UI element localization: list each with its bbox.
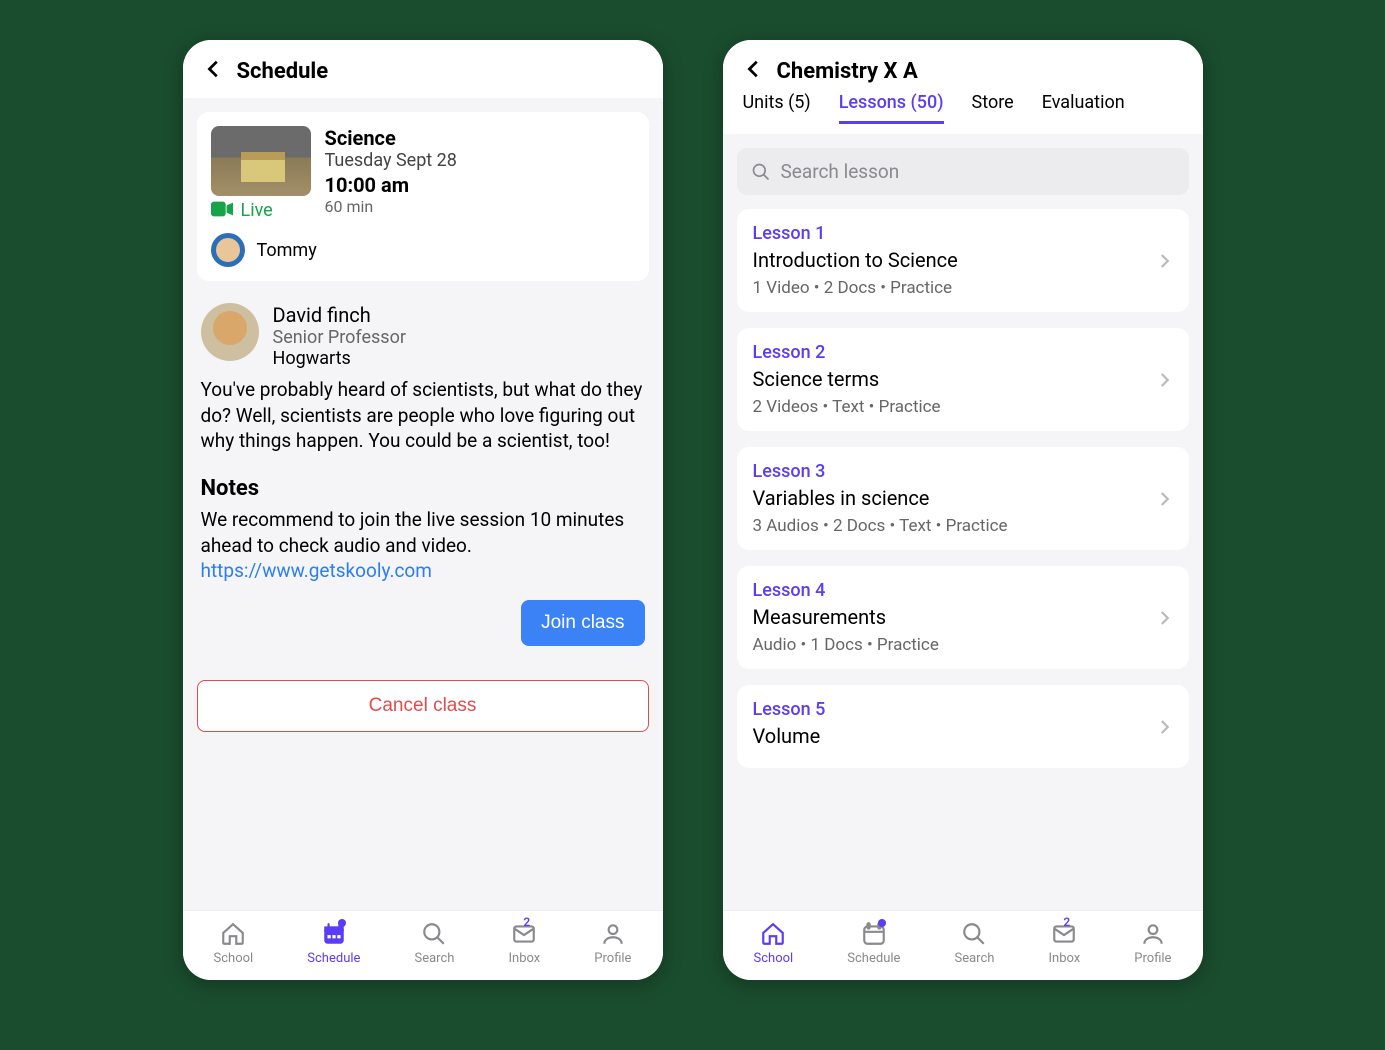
class-thumbnail xyxy=(211,126,311,196)
class-description: You've probably heard of scientists, but… xyxy=(197,369,649,454)
chevron-right-icon xyxy=(1155,609,1173,627)
professor-avatar xyxy=(201,303,259,361)
lesson-name: Measurements xyxy=(753,605,939,629)
schedule-content: Live Science Tuesday Sept 28 10:00 am 60… xyxy=(183,98,663,910)
nav-label: Search xyxy=(954,951,994,966)
nav-inbox[interactable]: 2 Inbox xyxy=(508,921,540,966)
back-icon[interactable] xyxy=(743,58,765,84)
professor-name: David finch xyxy=(273,303,406,327)
header: Schedule xyxy=(183,40,663,98)
nav-label: School xyxy=(214,951,254,966)
notes-link[interactable]: https://www.getskooly.com xyxy=(201,559,432,582)
lesson-item[interactable]: Lesson 4 Measurements Audio • 1 Docs • P… xyxy=(737,566,1189,669)
bottom-nav: School Schedule Search 2 Inbox Profile xyxy=(183,910,663,980)
professor-block: David finch Senior Professor Hogwarts xyxy=(197,297,649,369)
lesson-item[interactable]: Lesson 2 Science terms 2 Videos • Text •… xyxy=(737,328,1189,431)
tabs: Units (5) Lessons (50) Store Evaluation xyxy=(723,92,1203,134)
tab-lessons[interactable]: Lessons (50) xyxy=(839,92,944,124)
phone-schedule: Schedule Live Science Tuesday Sept 28 xyxy=(183,40,663,980)
lesson-meta: 1 Video • 2 Docs • Practice xyxy=(753,278,958,298)
class-subject: Science xyxy=(325,126,457,150)
lesson-meta: 2 Videos • Text • Practice xyxy=(753,397,941,417)
nav-label: Inbox xyxy=(508,951,540,966)
lesson-label: Lesson 1 xyxy=(753,223,958,244)
nav-schedule[interactable]: Schedule xyxy=(847,921,900,966)
tab-evaluation[interactable]: Evaluation xyxy=(1042,92,1125,124)
search-icon xyxy=(751,162,771,182)
nav-label: Search xyxy=(414,951,454,966)
bottom-nav: School Schedule Search 2 Inbox Profile xyxy=(723,910,1203,980)
nav-school[interactable]: School xyxy=(754,921,794,966)
chevron-right-icon xyxy=(1155,371,1173,389)
page-title: Chemistry X A xyxy=(777,59,918,84)
cancel-class-button[interactable]: Cancel class xyxy=(197,680,649,732)
nav-label: School xyxy=(754,951,794,966)
class-date: Tuesday Sept 28 xyxy=(325,150,457,171)
nav-search[interactable]: Search xyxy=(414,921,454,966)
chevron-right-icon xyxy=(1155,490,1173,508)
back-icon[interactable] xyxy=(203,58,225,84)
video-icon xyxy=(211,201,233,221)
nav-label: Schedule xyxy=(307,951,360,966)
live-label: Live xyxy=(241,200,273,221)
class-time: 10:00 am xyxy=(325,173,457,197)
search-placeholder: Search lesson xyxy=(781,160,900,183)
nav-search[interactable]: Search xyxy=(954,921,994,966)
nav-label: Inbox xyxy=(1048,951,1080,966)
tab-store[interactable]: Store xyxy=(972,92,1014,124)
notes-body: We recommend to join the live session 10… xyxy=(197,507,649,584)
nav-profile[interactable]: Profile xyxy=(594,921,631,966)
student-avatar xyxy=(211,233,245,267)
nav-label: Profile xyxy=(1134,951,1171,966)
inbox-badge: 2 xyxy=(523,915,530,929)
join-class-button[interactable]: Join class xyxy=(521,600,644,646)
lesson-label: Lesson 3 xyxy=(753,461,1008,482)
header: Chemistry X A xyxy=(723,40,1203,92)
nav-inbox[interactable]: 2 Inbox xyxy=(1048,921,1080,966)
lesson-name: Variables in science xyxy=(753,486,1008,510)
class-card[interactable]: Live Science Tuesday Sept 28 10:00 am 60… xyxy=(197,112,649,281)
inbox-badge: 2 xyxy=(1063,915,1070,929)
lesson-name: Science terms xyxy=(753,367,941,391)
notes-text: We recommend to join the live session 10… xyxy=(201,508,625,557)
chevron-right-icon xyxy=(1155,252,1173,270)
lesson-meta: Audio • 1 Docs • Practice xyxy=(753,635,939,655)
nav-label: Schedule xyxy=(847,951,900,966)
lesson-name: Introduction to Science xyxy=(753,248,958,272)
nav-label: Profile xyxy=(594,951,631,966)
lesson-label: Lesson 2 xyxy=(753,342,941,363)
lessons-list: Lesson 1 Introduction to Science 1 Video… xyxy=(723,209,1203,910)
lesson-label: Lesson 5 xyxy=(753,699,826,720)
tab-units[interactable]: Units (5) xyxy=(743,92,811,124)
professor-org: Hogwarts xyxy=(273,348,406,369)
search-input[interactable]: Search lesson xyxy=(737,148,1189,195)
lesson-item[interactable]: Lesson 3 Variables in science 3 Audios •… xyxy=(737,447,1189,550)
phone-lessons: Chemistry X A Units (5) Lessons (50) Sto… xyxy=(723,40,1203,980)
lesson-meta: 3 Audios • 2 Docs • Text • Practice xyxy=(753,516,1008,536)
nav-schedule[interactable]: Schedule xyxy=(307,921,360,966)
lesson-item[interactable]: Lesson 1 Introduction to Science 1 Video… xyxy=(737,209,1189,312)
nav-school[interactable]: School xyxy=(214,921,254,966)
nav-profile[interactable]: Profile xyxy=(1134,921,1171,966)
page-title: Schedule xyxy=(237,59,329,84)
chevron-right-icon xyxy=(1155,718,1173,736)
professor-title: Senior Professor xyxy=(273,327,406,348)
notes-heading: Notes xyxy=(197,454,649,507)
lesson-label: Lesson 4 xyxy=(753,580,939,601)
lesson-item[interactable]: Lesson 5 Volume xyxy=(737,685,1189,768)
student-name: Tommy xyxy=(257,240,317,261)
class-duration: 60 min xyxy=(325,197,457,216)
lesson-name: Volume xyxy=(753,724,826,748)
